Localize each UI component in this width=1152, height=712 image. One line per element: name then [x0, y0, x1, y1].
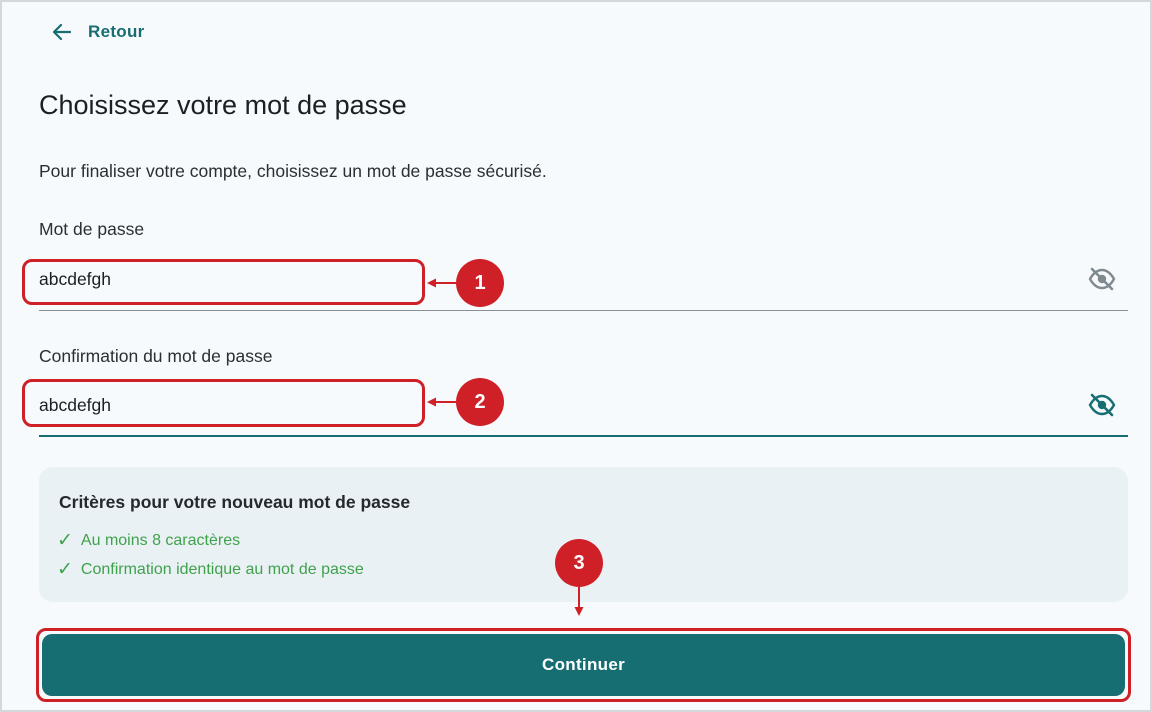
annotation-badge-1: 1 — [456, 259, 504, 307]
annotation-arrows — [427, 278, 584, 616]
annotation-badge-3: 3 — [555, 539, 603, 587]
annotation-badge-2: 2 — [456, 378, 504, 426]
